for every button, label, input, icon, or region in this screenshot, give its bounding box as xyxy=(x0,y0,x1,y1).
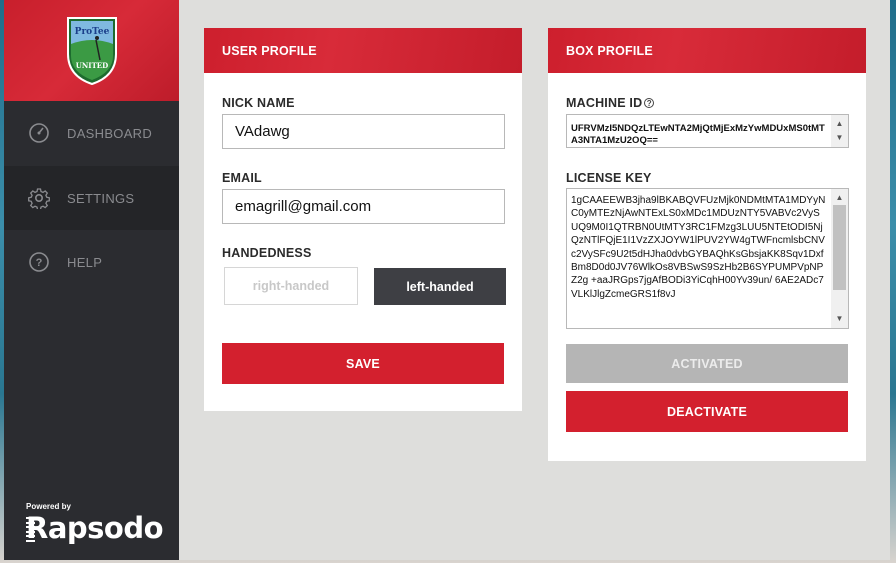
machine-id-value: UFRVMzI5NDQzLTEwNTA2MjQtMjExMzYwMDUxMS0t… xyxy=(571,123,825,146)
svg-text:?: ? xyxy=(36,257,43,269)
nick-name-input[interactable]: VAdawg xyxy=(222,114,505,149)
email-value: emagrill@gmail.com xyxy=(235,198,372,215)
deactivate-button[interactable]: DEACTIVATE xyxy=(566,391,848,432)
rapsodo-logo: Rapsodo xyxy=(26,511,164,545)
logo-text-bottom: UNITED xyxy=(76,61,108,70)
machine-id-field[interactable]: UFRVMzI5NDQzLTEwNTA2MjQtMjExMzYwMDUxMS0t… xyxy=(566,114,849,148)
machine-id-label: MACHINE ID? xyxy=(566,96,655,110)
activated-button: ACTIVATED xyxy=(566,344,848,383)
user-profile-title: USER PROFILE xyxy=(204,28,522,73)
left-handed-button[interactable]: left-handed xyxy=(374,268,506,305)
sidebar-item-settings[interactable]: SETTINGS xyxy=(4,166,179,230)
sidebar-item-label: HELP xyxy=(67,254,103,270)
machine-id-help-icon[interactable]: ? xyxy=(644,98,655,108)
license-key-scrollbar[interactable]: ▲ ▼ xyxy=(831,189,848,328)
powered-by-label: Powered by xyxy=(26,502,71,511)
gauge-icon xyxy=(29,123,49,143)
license-key-value: 1gCAAEEWB3jha9lBKABQVFUzMjk0NDMtMTA1MDYy… xyxy=(571,195,826,300)
machine-id-label-text: MACHINE ID xyxy=(566,96,643,110)
gear-icon xyxy=(28,188,50,209)
scroll-thumb[interactable] xyxy=(833,205,846,290)
scroll-up-icon[interactable]: ▲ xyxy=(831,191,848,205)
sidebar-item-dashboard[interactable]: DASHBOARD xyxy=(4,101,179,165)
scroll-down-icon[interactable]: ▼ xyxy=(831,131,848,145)
sidebar-item-help[interactable]: ? HELP xyxy=(4,230,179,294)
box-profile-panel: BOX PROFILE MACHINE ID? UFRVMzI5NDQzLTEw… xyxy=(548,28,866,461)
app-window: ProTee UNITED DASHBOARD SETTINGS ? HELP … xyxy=(4,0,890,560)
protee-united-logo: ProTee UNITED xyxy=(67,17,117,86)
scroll-up-icon[interactable]: ▲ xyxy=(831,117,848,131)
email-input[interactable]: emagrill@gmail.com xyxy=(222,189,505,224)
logo-text-top: ProTee xyxy=(75,27,110,37)
scroll-down-icon[interactable]: ▼ xyxy=(831,312,848,326)
box-profile-title: BOX PROFILE xyxy=(548,28,866,73)
license-key-label: LICENSE KEY xyxy=(566,171,652,185)
right-handed-button[interactable]: right-handed xyxy=(224,267,358,305)
nick-name-value: VAdawg xyxy=(235,123,290,140)
nick-name-label: NICK NAME xyxy=(222,96,295,110)
handedness-label: HANDEDNESS xyxy=(222,246,312,260)
save-button[interactable]: SAVE xyxy=(222,343,504,384)
sidebar: ProTee UNITED DASHBOARD SETTINGS ? HELP … xyxy=(4,0,179,560)
help-icon: ? xyxy=(29,252,49,272)
sidebar-item-label: SETTINGS xyxy=(67,190,135,206)
license-key-field[interactable]: 1gCAAEEWB3jha9lBKABQVFUzMjk0NDMtMTA1MDYy… xyxy=(566,188,849,329)
user-profile-panel: USER PROFILE NICK NAME VAdawg EMAIL emag… xyxy=(204,28,522,411)
machine-id-scrollbar[interactable]: ▲ ▼ xyxy=(831,115,848,147)
email-label: EMAIL xyxy=(222,171,262,185)
sidebar-item-label: DASHBOARD xyxy=(67,125,153,141)
sidebar-header: ProTee UNITED xyxy=(4,0,179,101)
